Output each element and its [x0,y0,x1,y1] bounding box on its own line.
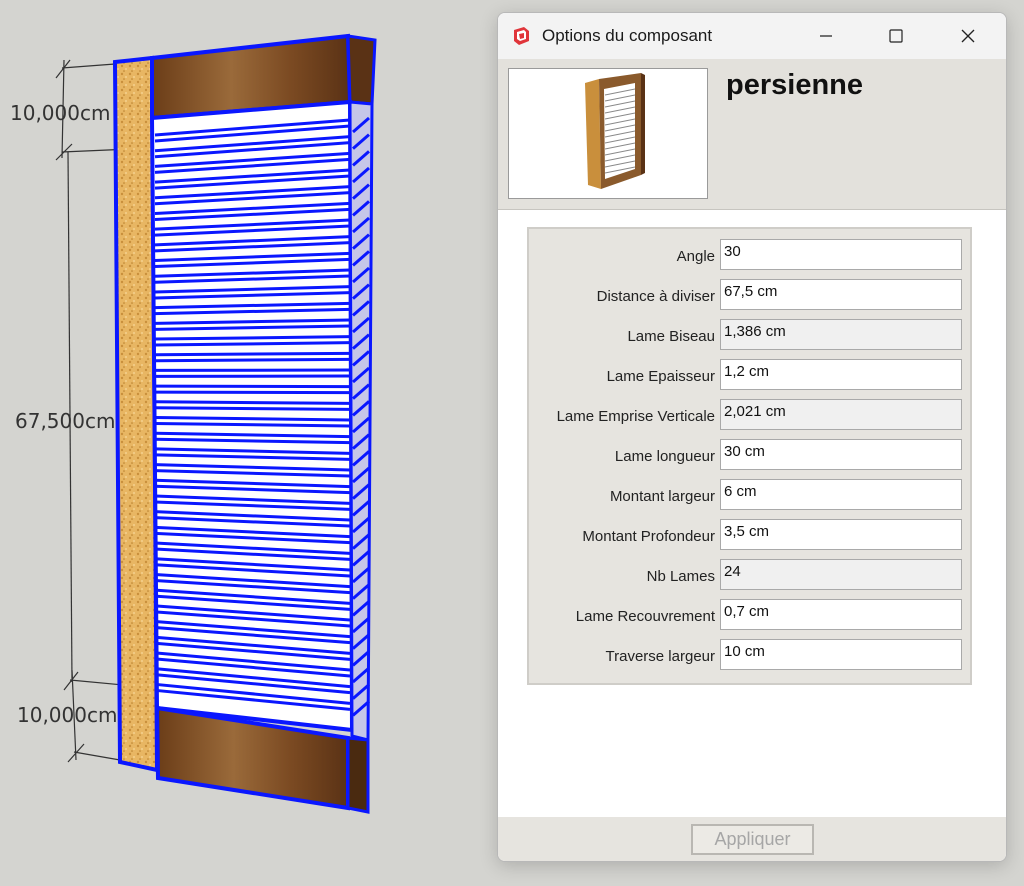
dialog-footer: Appliquer [498,817,1006,861]
attributes-form: Angle 30 Distance à diviser 67,5 cm Lame Bis… [527,227,972,685]
attribute-value-field[interactable]: 30 cm [720,439,962,470]
louver-slat [154,351,351,357]
attribute-label: Montant Profondeur [582,528,715,545]
attribute-label: Montant largeur [609,488,715,505]
attribute-label: Distance à diviser [596,288,715,305]
minimize-button[interactable] [806,21,846,51]
minimize-icon [820,35,832,37]
attribute-value-field[interactable]: 67,5 cm [720,279,962,310]
window-title: Options du composant [542,26,713,45]
attribute-row: Lame Biseau 1,386 cm [529,316,974,356]
component-name: persienne [726,69,863,101]
attribute-row: Lame Emprise Verticale 2,021 cm [529,396,974,436]
attribute-value-field: 24 [720,559,962,590]
dimension-middle-label: 67,500cm [15,409,116,433]
louver-slat [154,384,351,389]
sketchup-app-icon [514,27,529,45]
component-options-dialog: Options du composant persienne Angle 30 … [497,12,1007,862]
component-header: persienne [498,59,1006,210]
attribute-value-field[interactable]: 10 cm [720,639,962,670]
apply-button[interactable]: Appliquer [691,824,814,855]
model-viewport[interactable]: 10,000cm 67,500cm 10,000cm [0,0,500,886]
shutter-thumbnail-image [585,73,645,189]
maximize-button[interactable] [876,21,916,51]
attribute-label: Nb Lames [646,568,715,585]
attribute-label: Lame Biseau [627,328,715,345]
maximize-icon [889,29,903,43]
attribute-row: Distance à diviser 67,5 cm [529,276,974,316]
attribute-value-field[interactable]: 6 cm [720,479,962,510]
louver-slat-edge [154,390,351,395]
attribute-value-field: 1,386 cm [720,319,962,350]
options-body: Angle 30 Distance à diviser 67,5 cm Lame Bis… [498,210,1006,817]
attribute-row: Lame longueur 30 cm [529,436,974,476]
attribute-row: Angle 30 [529,236,974,276]
title-bar[interactable]: Options du composant [498,13,1006,59]
dimension-top-label: 10,000cm [10,101,111,125]
attribute-row: Nb Lames 24 [529,556,974,596]
attribute-row: Traverse largeur 10 cm [529,636,974,676]
attribute-value-field: 2,021 cm [720,399,962,430]
attribute-label: Lame longueur [614,448,715,465]
attribute-label: Traverse largeur [605,648,715,665]
attribute-value-field[interactable]: 1,2 cm [720,359,962,390]
attribute-label: Lame Epaisseur [606,368,715,385]
attribute-value-field[interactable]: 30 [720,239,962,270]
louver-slat [154,400,351,405]
louver-slat-edge [154,406,351,411]
close-icon [961,29,975,43]
attribute-label: Angle [676,248,715,265]
dimension-bottom-label: 10,000cm [17,703,118,727]
attribute-row: Lame Epaisseur 1,2 cm [529,356,974,396]
attribute-label: Lame Emprise Verticale [556,408,715,425]
shutter-model-drawing [55,33,377,814]
close-button[interactable] [948,21,988,51]
attribute-value-field[interactable]: 3,5 cm [720,519,962,550]
component-thumbnail [508,68,708,199]
attribute-value-field[interactable]: 0,7 cm [720,599,962,630]
attribute-row: Lame Recouvrement 0,7 cm [529,596,974,636]
attribute-row: Montant Profondeur 3,5 cm [529,516,974,556]
louver-slat-edge [154,357,351,363]
attribute-row: Montant largeur 6 cm [529,476,974,516]
attribute-label: Lame Recouvrement [575,608,715,625]
